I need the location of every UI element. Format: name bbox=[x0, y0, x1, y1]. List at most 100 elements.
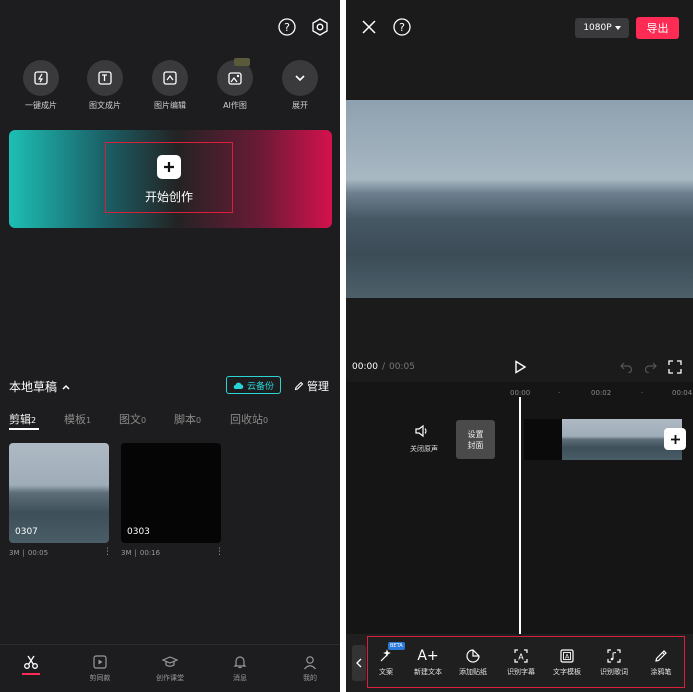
quick-action-label: 一键成片 bbox=[25, 101, 57, 110]
new-text-icon: A+ bbox=[417, 648, 439, 664]
nav-divider bbox=[0, 644, 340, 645]
editor-screen: ? 1080P 导出 00:00 / 00:05 00:00 · 00:02 ·… bbox=[346, 0, 693, 692]
tool-label: 添加贴纸 bbox=[459, 668, 487, 676]
new-badge bbox=[234, 58, 250, 66]
cloud-backup-label: 云备份 bbox=[246, 381, 274, 392]
tool-label: 新建文本 bbox=[414, 668, 442, 676]
tool-recognize-subtitle[interactable]: A 识别字幕 bbox=[501, 648, 541, 677]
draft-card-thumbnail[interactable]: 0307 bbox=[9, 443, 109, 543]
template-icon bbox=[93, 655, 107, 669]
quick-action-label: 图片编辑 bbox=[154, 101, 186, 110]
svg-text:?: ? bbox=[399, 21, 405, 34]
graduation-cap-icon bbox=[162, 656, 178, 667]
playhead[interactable] bbox=[519, 397, 521, 634]
plus-icon[interactable] bbox=[157, 155, 181, 179]
cloud-backup-button[interactable]: 云备份 bbox=[226, 376, 281, 394]
time-current: 00:00 bbox=[352, 362, 378, 372]
set-cover-label: 封面 bbox=[467, 441, 484, 450]
time-separator: / bbox=[381, 362, 385, 372]
set-cover-label: 设置 bbox=[467, 430, 484, 439]
magic-pen-icon bbox=[380, 649, 391, 662]
quick-action-expand[interactable] bbox=[282, 60, 318, 96]
clip-gap bbox=[524, 419, 562, 460]
tool-label: 文案 bbox=[379, 668, 393, 676]
manage-label: 管理 bbox=[307, 380, 329, 393]
tab-label: 模板 bbox=[64, 413, 86, 426]
tab-count: 0 bbox=[263, 416, 269, 425]
draft-size: 3M bbox=[9, 549, 20, 557]
help-icon[interactable]: ? bbox=[393, 18, 411, 36]
export-button[interactable]: 导出 bbox=[636, 17, 679, 39]
fullscreen-icon[interactable] bbox=[668, 360, 682, 374]
one-click-video-icon bbox=[23, 60, 59, 96]
more-options-icon[interactable]: ⋮ bbox=[103, 547, 112, 557]
back-chevron-icon[interactable] bbox=[352, 645, 366, 681]
tab-image-text[interactable]: 图文0 bbox=[119, 411, 146, 427]
ruler-mark: 00:00 bbox=[510, 389, 531, 397]
nav-item-templates[interactable]: 剪同款 bbox=[75, 654, 125, 683]
draft-size: 3M bbox=[121, 549, 132, 557]
redo-icon[interactable] bbox=[644, 361, 657, 373]
tool-new-text[interactable]: A+ 新建文本 bbox=[408, 648, 448, 677]
speaker-icon bbox=[415, 424, 427, 438]
beta-badge: BETA bbox=[388, 642, 405, 650]
tool-brush[interactable]: 涂鸦笔 bbox=[641, 648, 681, 677]
nav-item-classroom[interactable]: 创作课堂 bbox=[145, 654, 195, 683]
nav-item-edit[interactable] bbox=[6, 654, 56, 675]
set-cover-button[interactable]: 设置 封面 bbox=[456, 420, 495, 459]
resolution-select[interactable]: 1080P bbox=[575, 18, 629, 38]
video-clip-frame[interactable] bbox=[562, 419, 602, 460]
chevron-up-icon bbox=[62, 384, 70, 390]
mute-audio-button[interactable] bbox=[414, 424, 430, 438]
tab-recycle-bin[interactable]: 回收站0 bbox=[230, 411, 268, 427]
tab-script[interactable]: 脚本0 bbox=[174, 411, 201, 427]
quick-action-label: 图文成片 bbox=[89, 101, 121, 110]
tab-count: 1 bbox=[86, 416, 92, 425]
nav-item-profile[interactable]: 我的 bbox=[285, 654, 335, 683]
tab-count: 2 bbox=[31, 416, 37, 425]
quick-action-one-click[interactable] bbox=[23, 60, 59, 96]
add-clip-button[interactable] bbox=[664, 428, 686, 450]
video-clip-frame[interactable] bbox=[602, 419, 642, 460]
quick-action-text-to-video[interactable] bbox=[87, 60, 123, 96]
resolution-value: 1080P bbox=[583, 23, 612, 33]
settings-icon[interactable] bbox=[311, 18, 329, 36]
manage-button[interactable]: 管理 bbox=[294, 378, 329, 394]
help-icon[interactable]: ? bbox=[278, 18, 296, 36]
video-preview[interactable] bbox=[346, 100, 693, 298]
drafts-title-text: 本地草稿 bbox=[9, 380, 58, 394]
ruler-mark: · bbox=[641, 389, 644, 397]
pencil-icon bbox=[294, 381, 304, 391]
play-icon[interactable] bbox=[513, 360, 527, 374]
tab-count: 0 bbox=[141, 416, 147, 425]
quick-action-image-edit[interactable] bbox=[152, 60, 188, 96]
tab-edit[interactable]: 剪辑2 bbox=[9, 411, 36, 427]
draft-card-thumbnail[interactable]: 0303 bbox=[121, 443, 221, 543]
ruler-mark: 00:04 bbox=[672, 389, 693, 397]
mute-audio-label: 关闭原声 bbox=[410, 445, 438, 453]
tool-add-sticker[interactable]: 添加贴纸 bbox=[453, 648, 493, 677]
close-icon[interactable] bbox=[360, 18, 378, 36]
tab-count: 0 bbox=[196, 416, 202, 425]
undo-icon[interactable] bbox=[620, 361, 633, 373]
quick-action-ai-image[interactable] bbox=[217, 58, 253, 96]
ruler-mark: · bbox=[558, 389, 561, 397]
text-template-icon: A bbox=[560, 649, 574, 663]
drafts-title[interactable]: 本地草稿 bbox=[9, 378, 71, 395]
draft-name: 0307 bbox=[15, 527, 38, 537]
tool-copywriting[interactable]: 文案 bbox=[366, 648, 406, 677]
cloud-upload-icon bbox=[233, 382, 244, 389]
draft-duration: 00:05 bbox=[27, 549, 49, 557]
profile-icon bbox=[304, 656, 316, 670]
tool-label: 识别歌词 bbox=[600, 668, 628, 676]
image-edit-icon bbox=[152, 60, 188, 96]
draft-meta: 3M | 00:16 bbox=[121, 549, 161, 557]
nav-label: 我的 bbox=[303, 674, 317, 682]
tool-text-template[interactable]: A 文字模板 bbox=[547, 648, 587, 677]
tab-label: 回收站 bbox=[230, 413, 263, 426]
more-options-icon[interactable]: ⋮ bbox=[215, 547, 224, 557]
nav-item-messages[interactable]: 消息 bbox=[215, 654, 265, 683]
tab-template[interactable]: 模板1 bbox=[64, 411, 91, 427]
tool-recognize-lyrics[interactable]: 识别歌词 bbox=[594, 648, 634, 677]
active-tab-indicator bbox=[9, 428, 39, 430]
